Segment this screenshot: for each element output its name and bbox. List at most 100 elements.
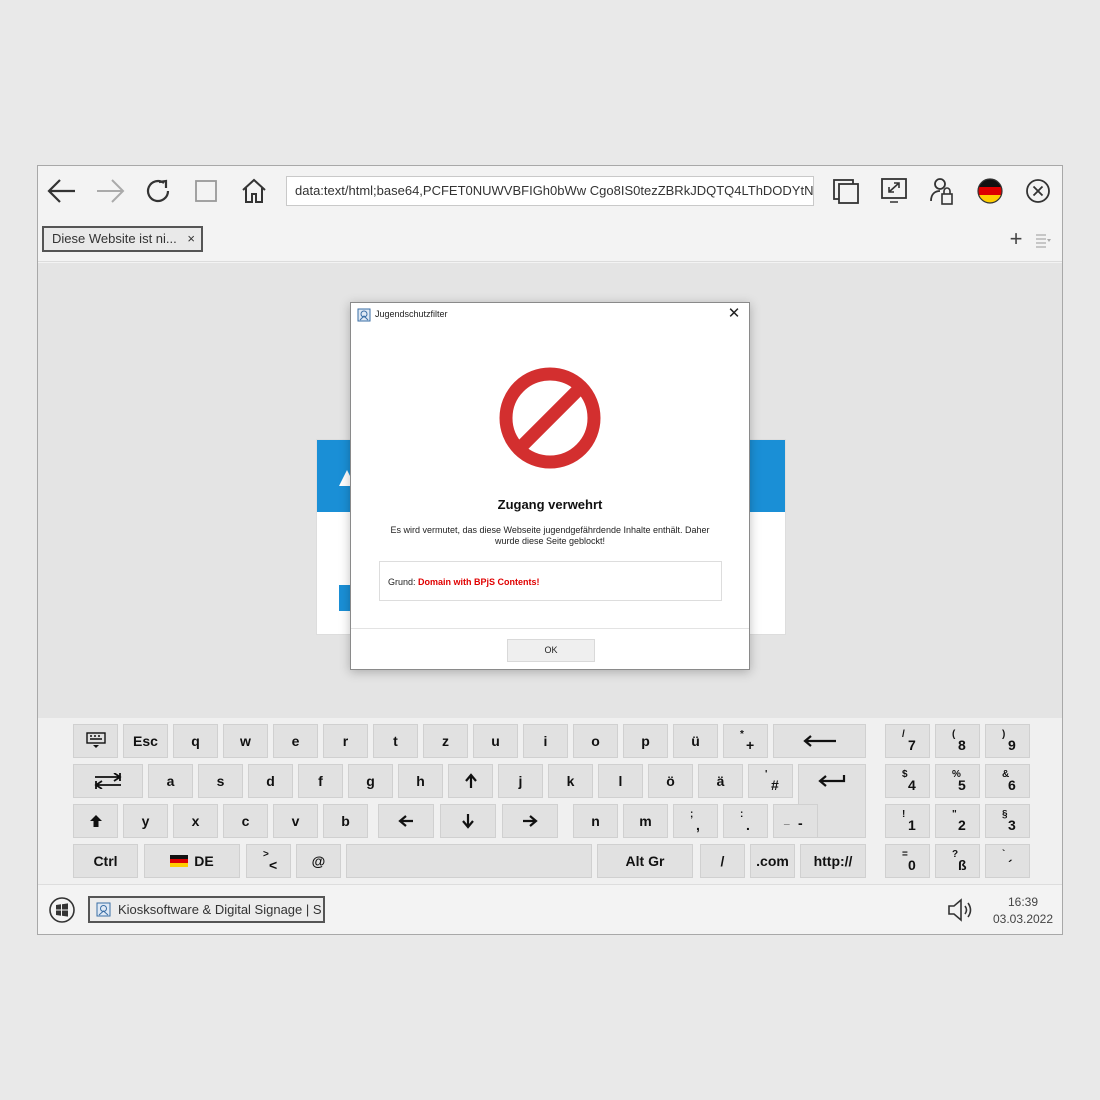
key-primary: .	[746, 817, 750, 833]
tab-menu-icon[interactable]	[1034, 232, 1052, 248]
dialog-close-icon[interactable]: ✕	[725, 305, 743, 323]
key-primary: <	[269, 857, 278, 873]
key-num-5[interactable]: % 5	[935, 764, 980, 798]
tab-active[interactable]: Diese Website ist ni... ×	[42, 226, 203, 252]
key-secondary: !	[902, 809, 906, 820]
arrow-down-icon	[462, 814, 474, 829]
url-input[interactable]: data:text/html;base64,PCFET0NUWVBFIGh0bW…	[286, 176, 814, 206]
key-ae[interactable]: ä	[698, 764, 743, 798]
key-l[interactable]: l	[598, 764, 643, 798]
key-arrow-down[interactable]	[440, 804, 496, 838]
close-browser-button[interactable]	[1020, 173, 1056, 209]
forward-button[interactable]	[92, 173, 128, 209]
language-button[interactable]	[972, 173, 1008, 209]
key-language[interactable]: DE	[144, 844, 240, 878]
key-num-8[interactable]: ( 8	[935, 724, 980, 758]
key-arrow-right[interactable]	[502, 804, 558, 838]
key-slash[interactable]: /	[700, 844, 745, 878]
key-d[interactable]: d	[248, 764, 293, 798]
key-num-0[interactable]: = 0	[885, 844, 930, 878]
key-m[interactable]: m	[623, 804, 668, 838]
key-num-1[interactable]: ! 1	[885, 804, 930, 838]
key-w[interactable]: w	[223, 724, 268, 758]
tab-close-icon[interactable]: ×	[187, 228, 195, 250]
key-arrow-up[interactable]	[448, 764, 493, 798]
ok-button[interactable]: OK	[507, 639, 595, 662]
key-dot[interactable]: : .	[723, 804, 768, 838]
shift-arrow-icon	[89, 815, 102, 827]
key-keyboard-toggle[interactable]	[73, 724, 118, 758]
key-x[interactable]: x	[173, 804, 218, 838]
back-arrow-icon	[47, 179, 75, 203]
key-y[interactable]: y	[123, 804, 168, 838]
key-http[interactable]: http://	[800, 844, 866, 878]
backspace-arrow-icon	[802, 735, 836, 747]
key-oe[interactable]: ö	[648, 764, 693, 798]
key-alt-gr[interactable]: Alt Gr	[597, 844, 693, 878]
stop-button[interactable]	[188, 173, 224, 209]
key-r[interactable]: r	[323, 724, 368, 758]
key-e[interactable]: e	[273, 724, 318, 758]
key-c[interactable]: c	[223, 804, 268, 838]
key-num-2[interactable]: " 2	[935, 804, 980, 838]
key-n[interactable]: n	[573, 804, 618, 838]
key-primary: 0	[908, 857, 916, 873]
key-primary: 6	[1008, 777, 1016, 793]
key-hash[interactable]: ' #	[748, 764, 793, 798]
key-i[interactable]: i	[523, 724, 568, 758]
key-f[interactable]: f	[298, 764, 343, 798]
key-num-7[interactable]: / 7	[885, 724, 930, 758]
key-arrow-left[interactable]	[378, 804, 434, 838]
key-v[interactable]: v	[273, 804, 318, 838]
fullscreen-icon	[881, 178, 907, 203]
key-dotcom[interactable]: .com	[750, 844, 795, 878]
key-s[interactable]: s	[198, 764, 243, 798]
key-primary: -	[798, 815, 803, 831]
key-num-3[interactable]: § 3	[985, 804, 1030, 838]
key-k[interactable]: k	[548, 764, 593, 798]
key-z[interactable]: z	[423, 724, 468, 758]
key-secondary: $	[902, 769, 908, 780]
key-j[interactable]: j	[498, 764, 543, 798]
key-secondary: _	[784, 815, 790, 826]
new-tab-button[interactable]: +	[1004, 228, 1028, 252]
tab-label: Diese Website ist ni...	[52, 231, 177, 246]
key-g[interactable]: g	[348, 764, 393, 798]
key-at[interactable]: @	[296, 844, 341, 878]
key-ctrl[interactable]: Ctrl	[73, 844, 138, 878]
key-o[interactable]: o	[573, 724, 618, 758]
key-b[interactable]: b	[323, 804, 368, 838]
key-t[interactable]: t	[373, 724, 418, 758]
key-ue[interactable]: ü	[673, 724, 718, 758]
german-flag-icon	[977, 178, 1003, 204]
key-eszett[interactable]: ? ß	[935, 844, 980, 878]
key-space[interactable]	[346, 844, 592, 878]
fullscreen-button[interactable]	[876, 173, 912, 209]
key-less-than[interactable]: > <	[246, 844, 291, 878]
home-button[interactable]	[236, 173, 272, 209]
key-comma[interactable]: ; ,	[673, 804, 718, 838]
key-q[interactable]: q	[173, 724, 218, 758]
logout-button[interactable]	[924, 173, 960, 209]
key-esc[interactable]: Esc	[123, 724, 168, 758]
key-u[interactable]: u	[473, 724, 518, 758]
key-dash[interactable]: _ -	[773, 804, 818, 838]
key-p[interactable]: p	[623, 724, 668, 758]
key-num-9[interactable]: ) 9	[985, 724, 1030, 758]
key-tab[interactable]	[73, 764, 143, 798]
key-shift[interactable]	[73, 804, 118, 838]
reload-button[interactable]	[140, 173, 176, 209]
key-num-4[interactable]: $ 4	[885, 764, 930, 798]
key-plus[interactable]: * +	[723, 724, 768, 758]
volume-icon[interactable]	[946, 897, 976, 923]
taskbar-item[interactable]: Kiosksoftware & Digital Signage | S	[88, 896, 325, 923]
key-backspace[interactable]	[773, 724, 866, 758]
key-num-6[interactable]: & 6	[985, 764, 1030, 798]
key-accent[interactable]: ` ´	[985, 844, 1030, 878]
key-a[interactable]: a	[148, 764, 193, 798]
start-menu-icon[interactable]	[48, 896, 76, 924]
windows-button[interactable]	[828, 173, 864, 209]
back-button[interactable]	[44, 173, 80, 209]
key-secondary: "	[952, 809, 957, 820]
key-h[interactable]: h	[398, 764, 443, 798]
